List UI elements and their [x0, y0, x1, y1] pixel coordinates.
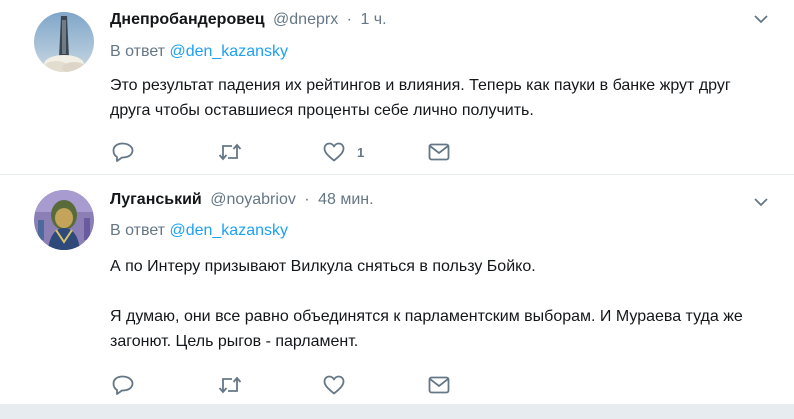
- like-button[interactable]: 1: [323, 140, 364, 164]
- tweet-text: А по Интеру призывают Вилкула сняться в …: [110, 254, 770, 354]
- rocket-launch-avatar-icon: [34, 12, 94, 72]
- chevron-down-icon: [754, 198, 768, 207]
- like-button[interactable]: [323, 373, 357, 397]
- tweet-menu-button[interactable]: [754, 197, 768, 207]
- tweet-paragraph: Я думаю, они все равно объединятся к пар…: [110, 308, 743, 350]
- tweet-text: Это результат падения их рейтингов и вли…: [110, 73, 770, 123]
- retweet-icon: [218, 376, 242, 394]
- reply-mention-link[interactable]: @den_kazansky: [169, 43, 288, 60]
- tweet[interactable]: Днепробандеровец @dneprx · 1 ч. В ответ …: [0, 0, 794, 175]
- reply-context: В ответ @den_kazansky: [110, 42, 288, 62]
- portrait-painting-avatar-icon: [34, 190, 94, 250]
- direct-message-icon: [428, 376, 450, 394]
- retweet-icon: [218, 143, 242, 161]
- reply-button[interactable]: [112, 373, 134, 397]
- reply-icon: [112, 142, 134, 162]
- direct-message-button[interactable]: [428, 140, 450, 164]
- user-name[interactable]: Днепробандеровец: [110, 11, 265, 28]
- tweet-timestamp[interactable]: 48 мин.: [318, 191, 373, 208]
- tweet-paragraph: А по Интеру призывают Вилкула сняться в …: [110, 258, 536, 275]
- tweet-replies-list: Днепробандеровец @dneprx · 1 ч. В ответ …: [0, 0, 794, 404]
- separator-dot: ·: [304, 191, 310, 208]
- reply-context: В ответ @den_kazansky: [110, 221, 288, 241]
- tweet-header: Днепробандеровец @dneprx · 1 ч.: [110, 9, 387, 31]
- direct-message-icon: [428, 143, 450, 161]
- tweet-header: Луганський @noyabriov · 48 мин.: [110, 189, 374, 211]
- retweet-button[interactable]: [218, 373, 242, 397]
- like-icon: [323, 375, 345, 395]
- user-handle[interactable]: @noyabriov: [210, 191, 296, 208]
- chevron-down-icon: [754, 15, 768, 24]
- retweet-button[interactable]: [218, 140, 242, 164]
- like-count: 1: [357, 144, 365, 160]
- tweet-paragraph: Это результат падения их рейтингов и вли…: [110, 77, 731, 119]
- user-handle[interactable]: @dneprx: [273, 11, 338, 28]
- avatar[interactable]: [34, 12, 94, 72]
- avatar[interactable]: [34, 190, 94, 250]
- reply-prefix: В ответ: [110, 222, 166, 239]
- reply-prefix: В ответ: [110, 43, 166, 60]
- user-name[interactable]: Луганський: [110, 191, 202, 208]
- reply-mention-link[interactable]: @den_kazansky: [169, 222, 288, 239]
- reply-button[interactable]: [112, 140, 134, 164]
- tweet-menu-button[interactable]: [754, 14, 768, 24]
- separator-dot: ·: [346, 11, 352, 28]
- reply-icon: [112, 375, 134, 395]
- tweet-timestamp[interactable]: 1 ч.: [360, 11, 386, 28]
- direct-message-button[interactable]: [428, 373, 450, 397]
- tweet[interactable]: Луганський @noyabriov · 48 мин. В ответ …: [0, 175, 794, 404]
- like-icon: [323, 142, 345, 162]
